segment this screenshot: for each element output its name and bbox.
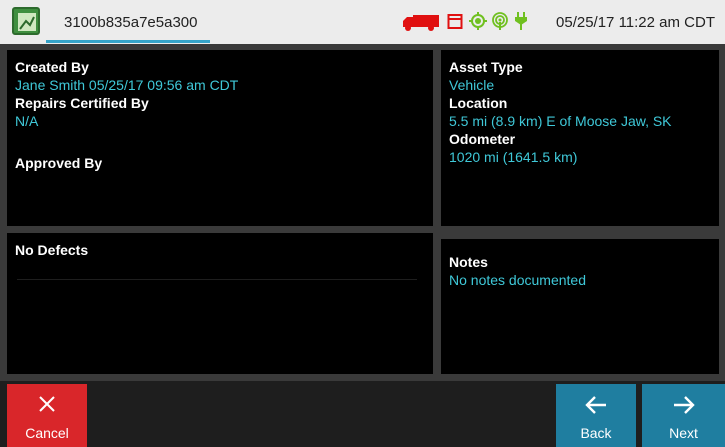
- asset-panel: Asset Type Vehicle Location 5.5 mi (8.9 …: [441, 50, 719, 226]
- device-id-title: 3100b835a7e5a300: [64, 14, 198, 31]
- repairs-certified-value: N/A: [15, 113, 39, 129]
- asset-type-value: Vehicle: [449, 77, 495, 93]
- inspection-panel: Created By Jane Smith 05/25/17 09:56 am …: [7, 50, 433, 226]
- arrow-left-icon: [556, 390, 636, 418]
- approved-by-label: Approved By: [15, 155, 103, 171]
- arrow-right-icon: [642, 390, 725, 418]
- location-label: Location: [449, 95, 508, 111]
- notes-panel[interactable]: Notes No notes documented: [441, 239, 719, 374]
- location-value: 5.5 mi (8.9 km) E of Moose Jaw, SK: [449, 113, 672, 129]
- trailer-icon: [447, 12, 463, 35]
- top-bar: 3100b835a7e5a300 05/25/17 11:22 am CDT: [0, 0, 725, 44]
- repairs-certified-label: Repairs Certified By: [15, 95, 149, 111]
- defects-label: No Defects: [15, 242, 89, 258]
- tab-indicator: [46, 40, 210, 43]
- back-button[interactable]: Back: [556, 384, 636, 447]
- datetime-display: 05/25/17 11:22 am CDT: [556, 14, 715, 31]
- notes-value: No notes documented: [449, 272, 586, 288]
- asset-type-label: Asset Type: [449, 59, 523, 75]
- close-icon: [7, 390, 87, 418]
- created-by-value: Jane Smith 05/25/17 09:56 am CDT: [15, 77, 239, 93]
- signal-icon: [491, 12, 509, 35]
- next-button[interactable]: Next: [642, 384, 725, 447]
- power-plug-icon: [514, 12, 528, 35]
- notes-label: Notes: [449, 254, 488, 270]
- odometer-value: 1020 mi (1641.5 km): [449, 149, 578, 165]
- defects-panel[interactable]: No Defects: [7, 233, 433, 374]
- gps-icon: [469, 12, 487, 35]
- back-label: Back: [580, 425, 612, 441]
- cancel-label: Cancel: [25, 425, 69, 441]
- next-label: Next: [669, 425, 698, 441]
- created-by-label: Created By: [15, 59, 89, 75]
- app-icon[interactable]: [12, 7, 40, 35]
- odometer-label: Odometer: [449, 131, 516, 147]
- cancel-button[interactable]: Cancel: [7, 384, 87, 447]
- truck-icon: [403, 12, 439, 37]
- divider: [17, 279, 417, 280]
